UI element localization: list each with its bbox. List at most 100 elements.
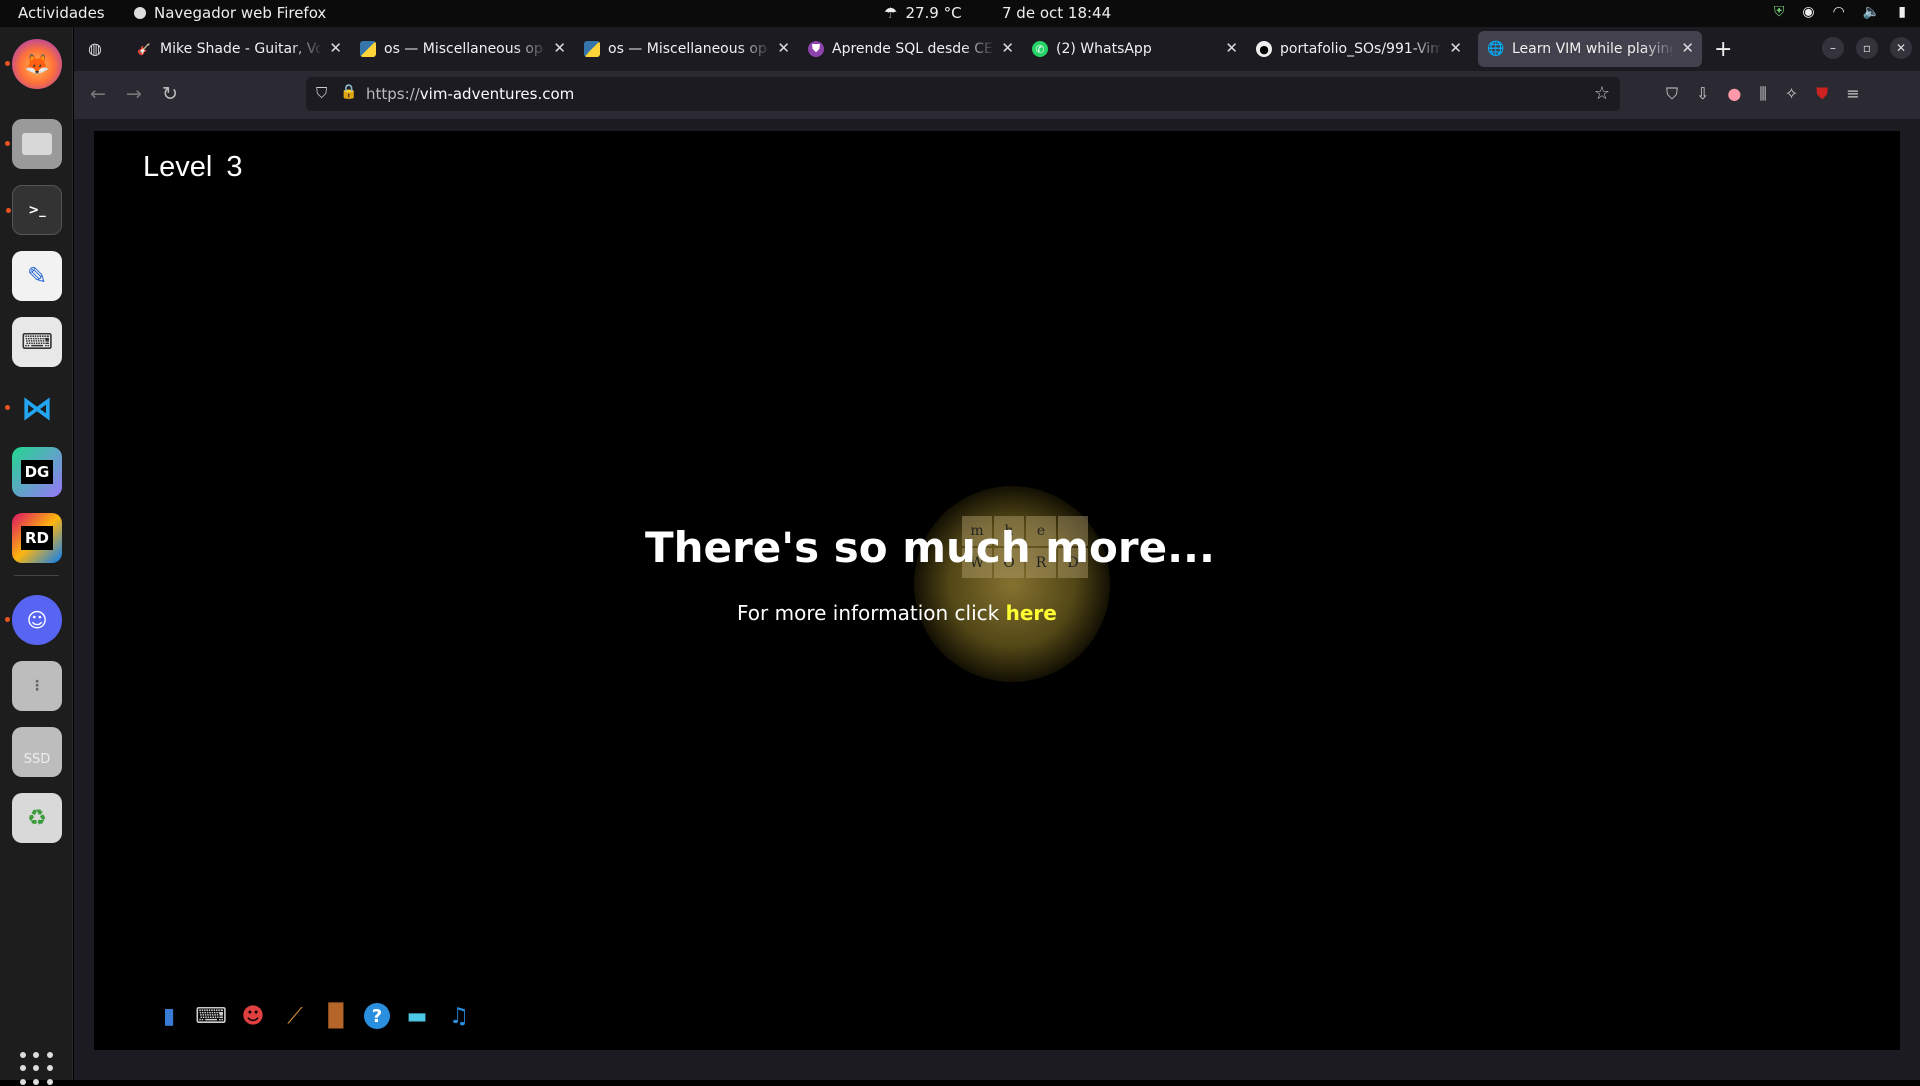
url-text[interactable]: https://vim-adventures.com xyxy=(366,85,574,103)
close-tab-icon[interactable]: ✕ xyxy=(1681,39,1694,57)
game-menu-icons: ▮ ⌨ ☻ ⟋ ▉ ? ▬ ♫ xyxy=(154,1001,474,1031)
pocket-icon[interactable]: ⛉ xyxy=(1666,84,1678,104)
activities-button[interactable]: Actividades xyxy=(18,4,105,22)
system-tray[interactable]: ⛨ ◉ ◠ 🔈 ▮ xyxy=(1774,4,1906,20)
more-info-link[interactable]: here xyxy=(1006,601,1057,625)
trash-icon: ♻ xyxy=(27,805,47,831)
minimize-button[interactable]: – xyxy=(1822,37,1844,59)
close-tab-icon[interactable]: ✕ xyxy=(1225,39,1238,57)
info-text: For more information click xyxy=(737,601,1006,625)
toolbar-icons: ⛉ ⇩ ● ⫼ ✧ ⛊ ≡ xyxy=(1666,84,1860,104)
tab-6[interactable]: ● portafolio_SOs/991-Vim_ ✕ xyxy=(1246,31,1470,67)
tab-1[interactable]: 🎸 Mike Shade - Guitar, Voca ✕ xyxy=(126,31,350,67)
close-tab-icon[interactable]: ✕ xyxy=(1449,39,1462,57)
keyboard-icon[interactable]: ⌨ xyxy=(195,1001,227,1031)
battery-icon[interactable]: ▮ xyxy=(1898,4,1906,20)
help-icon[interactable]: ? xyxy=(364,1003,390,1029)
close-tab-icon[interactable]: ✕ xyxy=(553,39,566,57)
reload-button[interactable]: ↻ xyxy=(162,83,178,105)
dock-firefox[interactable]: 🦊 xyxy=(5,39,62,89)
page-content: Level 3 m h e W O R D There's so much mor… xyxy=(74,119,1920,1080)
headline: There's so much more... xyxy=(645,523,1215,572)
dock-datagrip[interactable]: DG xyxy=(12,447,62,497)
python-icon xyxy=(584,41,600,57)
tab-5[interactable]: ✆ (2) WhatsApp ✕ xyxy=(1022,31,1246,67)
dock-discord[interactable]: ☺ xyxy=(5,595,62,645)
text-editor-icon: ✎ xyxy=(26,262,48,290)
firefox-small-icon xyxy=(134,7,146,19)
dock-ssd[interactable]: SSD xyxy=(12,727,62,777)
show-apps-button[interactable] xyxy=(20,1052,54,1086)
dock-drive[interactable]: ⋮ xyxy=(12,661,62,711)
spotlight-glow: m h e W O R D xyxy=(914,486,1110,682)
url-bar[interactable]: ⛉ 🔒 https://vim-adventures.com ☆ xyxy=(306,77,1620,111)
tab-bar: ◍ 🎸 Mike Shade - Guitar, Voca ✕ os — Mis… xyxy=(74,27,1920,71)
manual-icon[interactable]: ▉ xyxy=(322,1001,352,1031)
app-menu[interactable]: Navegador web Firefox xyxy=(134,4,326,22)
wifi-icon[interactable]: ◠ xyxy=(1833,4,1845,20)
tab-7-active[interactable]: 🌐 Learn VIM while playing a ✕ xyxy=(1478,31,1702,67)
close-tab-icon[interactable]: ✕ xyxy=(329,39,342,57)
weather-indicator[interactable]: ☂ 27.9 °C xyxy=(884,4,962,22)
firefox-window: ◍ 🎸 Mike Shade - Guitar, Voca ✕ os — Mis… xyxy=(74,27,1920,1080)
dock-trash[interactable]: ♻ xyxy=(12,793,62,843)
new-tab-button[interactable]: + xyxy=(1714,37,1732,62)
close-window-button[interactable]: ✕ xyxy=(1890,37,1912,59)
level-label: Level xyxy=(143,151,213,183)
rider-icon: RD xyxy=(20,526,53,550)
book-icon[interactable]: ▮ xyxy=(154,1001,184,1031)
terminal-icon: >_ xyxy=(28,202,46,218)
dock-separator xyxy=(14,575,59,576)
downloads-icon[interactable]: ⇩ xyxy=(1696,84,1709,104)
discord-tray-icon[interactable]: ◉ xyxy=(1802,4,1814,20)
weather-icon: ☂ xyxy=(884,4,898,22)
tab-label: (2) WhatsApp xyxy=(1056,41,1152,57)
dock-text-editor[interactable]: ✎ xyxy=(12,251,62,301)
volume-icon[interactable]: 🔈 xyxy=(1863,4,1880,20)
lock-icon[interactable]: 🔒 xyxy=(340,84,357,100)
dock-vscode[interactable]: ⋈ xyxy=(5,383,62,433)
menu-icon[interactable]: ≡ xyxy=(1846,84,1859,104)
game-canvas[interactable]: Level 3 m h e W O R D There's so much mor… xyxy=(94,131,1900,1050)
tab-3[interactable]: os — Miscellaneous oper ✕ xyxy=(574,31,798,67)
level-indicator: Level 3 xyxy=(143,151,242,184)
music-icon[interactable]: ♫ xyxy=(444,1001,474,1031)
forward-button[interactable]: → xyxy=(126,83,142,105)
running-indicator xyxy=(5,617,10,622)
app-name: Navegador web Firefox xyxy=(154,4,327,22)
card-icon[interactable]: ▬ xyxy=(402,1001,432,1031)
close-tab-icon[interactable]: ✕ xyxy=(1001,39,1014,57)
tab-4[interactable]: ⛊ Aprende SQL desde CERO ✕ xyxy=(798,31,1022,67)
account-icon[interactable]: ● xyxy=(1727,84,1741,104)
ruler-icon[interactable]: ⟋ xyxy=(280,1001,310,1031)
tracking-shield-icon[interactable]: ⛉ xyxy=(316,84,327,102)
python-icon xyxy=(360,41,376,57)
back-button[interactable]: ← xyxy=(90,83,106,105)
discord-icon: ☺ xyxy=(26,608,48,632)
whatsapp-icon: ✆ xyxy=(1032,41,1048,57)
running-indicator xyxy=(5,405,10,410)
globe-icon: 🌐 xyxy=(1487,41,1505,57)
character-icon[interactable]: ☻ xyxy=(238,1001,268,1031)
bookmark-star-icon[interactable]: ☆ xyxy=(1594,83,1610,104)
close-tab-icon[interactable]: ✕ xyxy=(777,39,790,57)
firefox-view-icon[interactable]: ◍ xyxy=(88,39,102,58)
tab-2[interactable]: os — Miscellaneous oper ✕ xyxy=(350,31,574,67)
vscode-icon: ⋈ xyxy=(21,389,53,427)
dock-terminal[interactable]: >_ xyxy=(6,185,62,235)
temperature: 27.9 °C xyxy=(905,4,962,22)
dock-files[interactable] xyxy=(5,119,62,169)
clock[interactable]: 7 de oct 18:44 xyxy=(1002,4,1111,22)
dock-keyboard[interactable]: ⌨ xyxy=(12,317,62,367)
ublock-icon[interactable]: ⛊ xyxy=(1816,84,1828,104)
extension-icon[interactable]: ✧ xyxy=(1785,84,1798,104)
keyboard-app-icon: ⌨ xyxy=(21,329,53,355)
drive-icon: ⋮ xyxy=(30,678,44,694)
ssd-icon: SSD xyxy=(23,751,51,767)
maximize-button[interactable]: ▫ xyxy=(1856,37,1878,59)
library-icon[interactable]: ⫼ xyxy=(1759,84,1766,104)
dock-rider[interactable]: RD xyxy=(12,513,62,563)
system-top-bar: Actividades Navegador web Firefox ☂ 27.9… xyxy=(0,0,1920,27)
dock: 🦊 >_ ✎ ⌨ ⋈ DG RD ☺ ⋮ SSD ♻ xyxy=(0,27,73,1085)
shield-tray-icon[interactable]: ⛨ xyxy=(1774,4,1785,20)
